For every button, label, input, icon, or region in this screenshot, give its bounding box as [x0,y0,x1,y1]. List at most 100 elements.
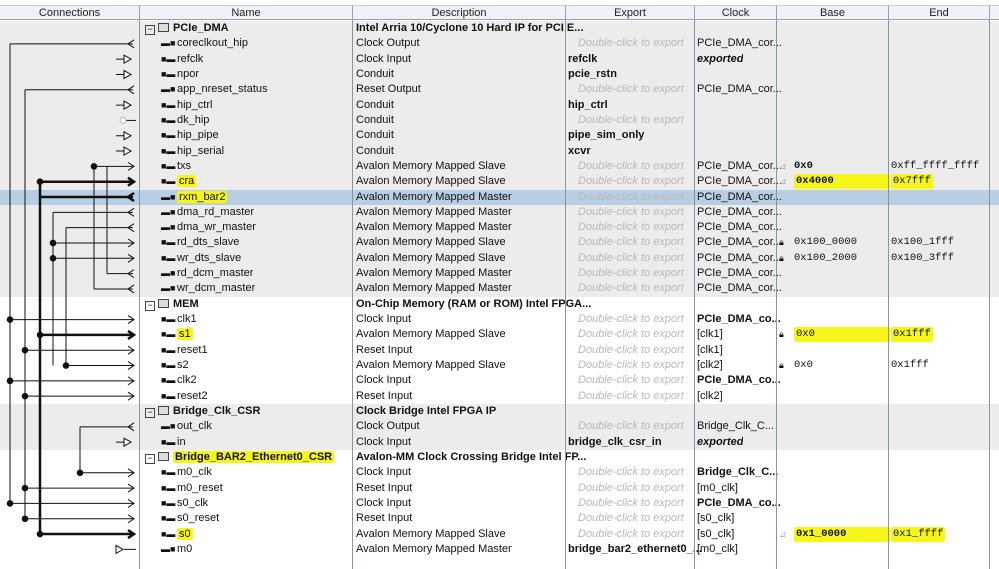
lock-icon[interactable]: 🔒︎ [779,327,784,342]
interface-row[interactable]: ■▬ refclk Clock Input refclk exported [0,51,999,67]
interface-row[interactable]: ■▬ clk1 Clock Input Double-click to export P… [0,312,999,327]
connection-dot[interactable] [49,239,57,247]
interface-row[interactable]: ▬■ app_nreset_status Reset Output Double-cl… [0,82,999,98]
export-icon[interactable] [115,544,136,555]
export-icon[interactable] [116,69,133,80]
export-placeholder[interactable]: Double-click to export [578,373,684,388]
interface-row[interactable]: ■▬ s0 Avalon Memory Mapped Slave Double-cli… [0,526,999,542]
end-address-cell[interactable]: 0xff_ffff_ffff [891,159,979,174]
export-placeholder[interactable]: Double-click to export [578,82,684,97]
interface-row[interactable]: ■▬ dk_hip Conduit Double-click to export [0,112,999,129]
export-placeholder[interactable]: Double-click to export [578,465,684,480]
interface-row[interactable]: ■▬ reset1 Reset Input Double-click to expor… [0,343,999,358]
export-cell[interactable]: bridge_clk_csr_in [568,435,662,450]
export-placeholder[interactable]: Double-click to export [578,220,684,235]
export-placeholder[interactable]: Double-click to export [578,251,684,266]
interface-row[interactable]: ▬■ dma_rd_master Avalon Memory Mapped Mast… [0,204,999,221]
connection-dot[interactable] [6,316,14,323]
column-header-description[interactable]: Description [353,5,566,20]
interface-row[interactable]: ■▬ s2 Avalon Memory Mapped Slave Double-cli… [0,358,999,373]
export-placeholder[interactable]: Double-click to export [578,527,684,542]
connections-graph[interactable] [0,0,142,569]
collapse-icon[interactable]: − [145,25,155,35]
component-row[interactable]: − Bridge_Clk_CSR Clock Bridge Intel FPGA I… [0,404,999,420]
connection-dot[interactable] [21,346,29,354]
interface-row[interactable]: ■▬ reset2 Reset Input Double-click to expor… [0,389,999,404]
export-placeholder[interactable]: Double-click to export [578,511,684,526]
export-placeholder[interactable]: Double-click to export [578,174,684,189]
export-placeholder[interactable]: Double-click to export [578,266,684,281]
export-placeholder[interactable]: Double-click to export [578,343,684,358]
export-placeholder[interactable]: Double-click to export [578,481,684,496]
export-placeholder[interactable]: Double-click to export [578,312,684,327]
connection-dot[interactable] [90,163,98,170]
end-address-cell[interactable]: 0x7fff [891,174,933,190]
interface-row[interactable]: ▬■ out_clk Clock Output Double-click to exp… [0,419,999,435]
connection-dot[interactable] [6,377,14,385]
connection-dot[interactable] [76,469,84,477]
export-placeholder[interactable]: Double-click to export [578,235,684,250]
export-placeholder[interactable]: Double-click to export [578,496,684,511]
base-address-cell[interactable]: 0x0 [794,358,813,373]
export-placeholder[interactable]: Double-click to export [578,159,684,174]
interface-row[interactable]: ■▬ m0_clk Clock Input Double-click to expor… [0,465,999,480]
interface-row[interactable]: ■▬ rd_dts_slave Avalon Memory Mapped Slave… [0,235,999,251]
connection-dot[interactable] [21,392,29,400]
export-placeholder[interactable]: Double-click to export [578,190,684,205]
export-icon[interactable] [116,437,133,448]
column-header-clock[interactable]: Clock [695,5,777,20]
interface-row[interactable]: ▬■ m0 Avalon Memory Mapped Master bridge_ba… [0,542,999,557]
component-row[interactable]: − MEM On-Chip Memory (RAM or ROM) Intel FP… [0,297,999,312]
connection-dot[interactable] [49,254,57,262]
base-address-cell[interactable]: 0x1_0000 [794,526,890,542]
export-cell[interactable]: pcie_rstn [568,67,617,82]
export-icon[interactable] [116,130,133,141]
interface-row[interactable]: ■▬ s0_clk Clock Input Double-click to expor… [0,496,999,511]
unconnected-port-icon[interactable] [119,116,127,124]
export-cell[interactable]: bridge_bar2_ethernet0_... [568,542,702,557]
interface-row[interactable]: ■▬ hip_ctrl Conduit hip_ctrl [0,97,999,113]
collapse-icon[interactable]: − [145,408,155,418]
column-header-export[interactable]: Export [566,5,695,20]
interface-row[interactable]: ▬■ dma_wr_master Avalon Memory Mapped Mast… [0,220,999,236]
collapse-icon[interactable]: − [145,453,155,464]
end-address-cell[interactable]: 0x1fff [891,327,933,343]
export-cell[interactable]: hip_ctrl [568,98,608,113]
column-header-end[interactable]: End [889,5,990,20]
base-address-cell[interactable]: 0x4000 [794,174,890,190]
interface-row[interactable]: ▬■ coreclkout_hip Clock Output Double-click… [0,36,999,52]
export-placeholder[interactable]: Double-click to export [578,358,684,373]
export-placeholder[interactable]: Double-click to export [578,419,684,434]
base-address-cell[interactable]: 0x100_0000 [794,235,857,250]
interface-row[interactable]: ■▬ m0_reset Reset Input Double-click to exp… [0,481,999,496]
end-address-cell[interactable]: 0x1fff [891,358,929,373]
export-placeholder[interactable]: Double-click to export [578,113,684,128]
interface-row[interactable]: ■▬ txs Avalon Memory Mapped Slave Double-cl… [0,158,999,175]
interface-row[interactable]: ▬■ wr_dcm_master Avalon Memory Mapped Mast… [0,281,999,297]
end-address-cell[interactable]: 0x100_3fff [891,251,954,266]
connection-dot[interactable] [36,331,44,339]
connection-dot[interactable] [36,530,44,538]
unlock-icon[interactable]: ⊿ [779,527,787,542]
interface-row[interactable]: ▬■ rxm_bar2 Avalon Memory Mapped Master Dou… [0,189,999,205]
lock-icon[interactable]: 🔒︎ [779,235,784,250]
export-icon[interactable] [116,54,133,65]
export-placeholder[interactable]: Double-click to export [578,281,684,296]
interface-row[interactable]: ■▬ cra Avalon Memory Mapped Slave Double-cl… [0,174,999,190]
base-address-cell[interactable]: 0x100_2000 [794,251,857,266]
interface-row[interactable]: ▬■ rd_dcm_master Avalon Memory Mapped Mast… [0,266,999,282]
column-header-extra[interactable] [990,5,999,20]
base-address-cell[interactable]: 0x0 [794,327,890,343]
export-placeholder[interactable]: Double-click to export [578,327,684,342]
export-icon[interactable] [116,146,133,156]
interface-row[interactable]: ■▬ in Clock Input bridge_clk_csr_in exported [0,434,999,450]
interface-row[interactable]: ■▬ npor Conduit pcie_rstn [0,66,999,83]
export-placeholder[interactable]: Double-click to export [578,389,684,404]
interface-row[interactable]: ■▬ s0_reset Reset Input Double-click to exp… [0,511,999,526]
export-placeholder[interactable]: Double-click to export [578,36,684,51]
export-icon[interactable] [116,100,133,110]
connection-dot[interactable] [36,178,44,185]
interface-row[interactable]: ■▬ hip_pipe Conduit pipe_sim_only [0,128,999,144]
interface-row[interactable]: ■▬ s1 Avalon Memory Mapped Slave Double-cli… [0,327,999,343]
column-header-base[interactable]: Base [777,5,889,20]
